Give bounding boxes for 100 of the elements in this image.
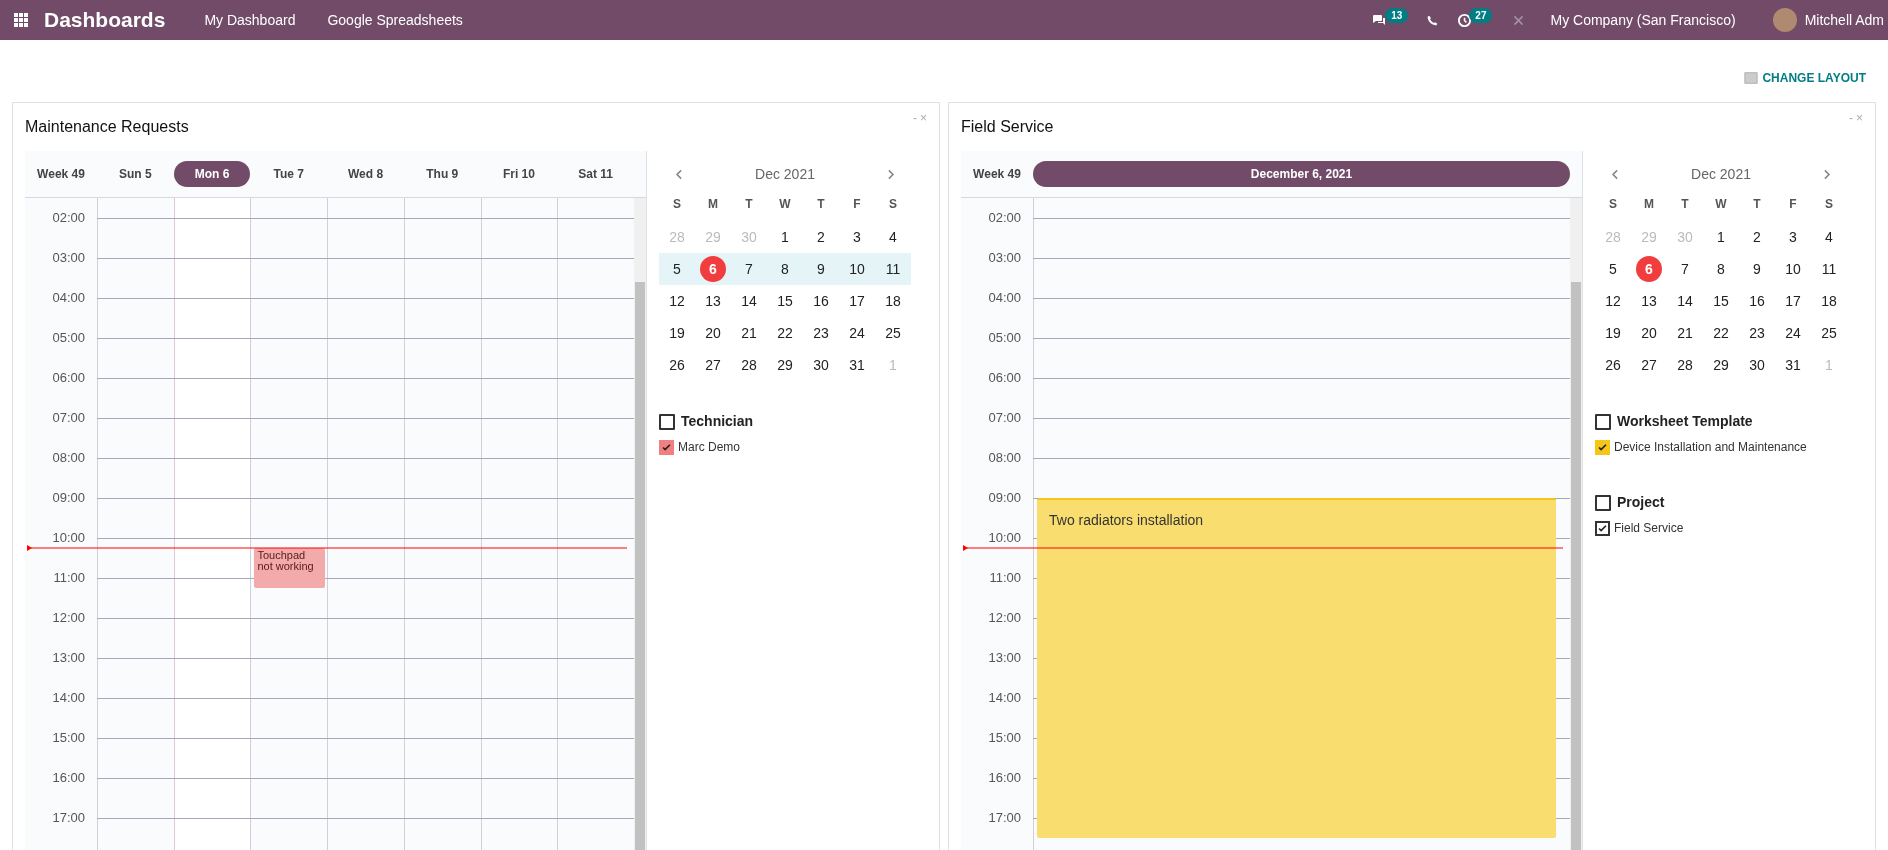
checkbox[interactable] — [1595, 439, 1610, 455]
calendar-day[interactable]: 13 — [700, 288, 726, 314]
calendar-day[interactable]: 16 — [1744, 288, 1770, 314]
day-header[interactable]: Thu 9 — [404, 161, 481, 187]
filter-group[interactable]: Worksheet Template — [1595, 411, 1865, 432]
calendar-day[interactable]: 7 — [736, 256, 762, 282]
calendar-day[interactable]: 5 — [664, 256, 690, 282]
calendar-event[interactable]: Touchpad not working — [254, 548, 326, 588]
week-row[interactable]: 19 20 21 22 23 24 25 — [1595, 317, 1847, 349]
calendar-event[interactable]: Two radiators installation — [1037, 498, 1556, 838]
calendar-day[interactable]: 18 — [1816, 288, 1842, 314]
calendar-day[interactable]: 27 — [1636, 352, 1662, 378]
company-switcher[interactable]: My Company (San Francisco) — [1550, 9, 1736, 31]
day-header[interactable]: Tue 7 — [250, 161, 327, 187]
week-row[interactable]: 5 6 7 8 9 10 11 — [1595, 253, 1847, 285]
calendar-day[interactable]: 21 — [736, 320, 762, 346]
calendar-day[interactable]: 20 — [1636, 320, 1662, 346]
calendar-day[interactable]: 1 — [1708, 224, 1734, 250]
apps-menu-icon[interactable] — [13, 12, 29, 28]
checkbox[interactable] — [1595, 413, 1611, 430]
day-header[interactable]: Sun 5 — [97, 161, 174, 187]
calendar-day[interactable]: 10 — [1780, 256, 1806, 282]
day-header[interactable]: Fri 10 — [480, 161, 557, 187]
calendar-day[interactable]: 26 — [1600, 352, 1626, 378]
calendar-day[interactable]: 5 — [1600, 256, 1626, 282]
calendar-day[interactable]: 23 — [1744, 320, 1770, 346]
calendar-day[interactable]: 27 — [700, 352, 726, 378]
calendar-day[interactable]: 10 — [844, 256, 870, 282]
calendar-day[interactable]: 18 — [880, 288, 906, 314]
day-header[interactable]: Mon 6 — [174, 161, 251, 187]
checkbox[interactable] — [659, 413, 675, 430]
calendar-day[interactable]: 28 — [736, 352, 762, 378]
user-menu[interactable]: Mitchell Adm — [1804, 9, 1884, 31]
checkbox[interactable] — [1595, 520, 1610, 536]
calendar-day[interactable]: 22 — [1708, 320, 1734, 346]
week-row[interactable]: 26 27 28 29 30 31 1 — [1595, 349, 1847, 381]
calendar-day[interactable]: 19 — [1600, 320, 1626, 346]
calendar-day[interactable]: 12 — [664, 288, 690, 314]
calendar-day[interactable]: 2 — [808, 224, 834, 250]
day-header[interactable]: December 6, 2021 — [1033, 161, 1570, 187]
calendar-day[interactable]: 21 — [1672, 320, 1698, 346]
scrollbar[interactable] — [634, 198, 646, 850]
calendar-day[interactable]: 2 — [1744, 224, 1770, 250]
week-row[interactable]: 19 20 21 22 23 24 25 — [659, 317, 911, 349]
calendar-day[interactable]: 25 — [1816, 320, 1842, 346]
calendar-day[interactable]: 3 — [1780, 224, 1806, 250]
calendar-day[interactable]: 14 — [736, 288, 762, 314]
calendar-day[interactable]: 23 — [808, 320, 834, 346]
calendar-day[interactable]: 7 — [1672, 256, 1698, 282]
checkbox[interactable] — [1595, 494, 1611, 511]
calendar-day[interactable]: 11 — [880, 256, 906, 282]
calendar-day[interactable]: 9 — [808, 256, 834, 282]
calendar-day[interactable]: 25 — [880, 320, 906, 346]
calendar-day[interactable]: 4 — [880, 224, 906, 250]
calendar-day[interactable]: 24 — [1780, 320, 1806, 346]
calendar-day[interactable]: 29 — [1708, 352, 1734, 378]
calendar-day[interactable]: 28 — [1672, 352, 1698, 378]
calendar-day[interactable]: 1 — [772, 224, 798, 250]
filter-item[interactable]: Marc Demo — [659, 438, 929, 456]
calendar-day[interactable]: 30 — [1744, 352, 1770, 378]
calendar-day[interactable]: 8 — [1708, 256, 1734, 282]
calendar-day[interactable]: 26 — [664, 352, 690, 378]
filter-item[interactable]: Device Installation and Maintenance — [1595, 438, 1865, 456]
menu-item[interactable]: Google Spreadsheets — [327, 9, 463, 31]
calendar-day[interactable]: 29 — [772, 352, 798, 378]
calendar-day[interactable]: 31 — [1780, 352, 1806, 378]
calendar-day[interactable]: 24 — [844, 320, 870, 346]
scrollbar[interactable] — [1570, 198, 1582, 850]
week-row[interactable]: 12 13 14 15 16 17 18 — [1595, 285, 1847, 317]
week-row[interactable]: 28 29 30 1 2 3 4 — [659, 221, 911, 253]
calendar-day[interactable]: 6 — [1636, 256, 1662, 282]
calendar-day[interactable]: 20 — [700, 320, 726, 346]
week-row[interactable]: 5 6 7 8 9 10 11 — [659, 253, 911, 285]
menu-item[interactable]: My Dashboard — [204, 9, 296, 31]
calendar-day[interactable]: 22 — [772, 320, 798, 346]
filter-item[interactable]: Field Service — [1595, 519, 1865, 537]
calendar-day[interactable]: 6 — [700, 256, 726, 282]
day-header[interactable]: Wed 8 — [327, 161, 404, 187]
calendar-day[interactable]: 15 — [1708, 288, 1734, 314]
week-row[interactable]: 26 27 28 29 30 31 1 — [659, 349, 911, 381]
clock-icon[interactable] — [1457, 12, 1473, 28]
week-row[interactable]: 12 13 14 15 16 17 18 — [659, 285, 911, 317]
calendar-day[interactable]: 17 — [844, 288, 870, 314]
calendar-day[interactable]: 8 — [772, 256, 798, 282]
change-layout-link[interactable]: CHANGE LAYOUT — [1744, 69, 1866, 87]
checkbox[interactable] — [659, 439, 674, 455]
calendar-day[interactable]: 9 — [1744, 256, 1770, 282]
day-header[interactable]: Sat 11 — [557, 161, 634, 187]
calendar-day[interactable]: 17 — [1780, 288, 1806, 314]
filter-group[interactable]: Technician — [659, 411, 929, 432]
calendar-day[interactable]: 14 — [1672, 288, 1698, 314]
calendar-day[interactable]: 31 — [844, 352, 870, 378]
calendar-day[interactable]: 16 — [808, 288, 834, 314]
filter-group[interactable]: Project — [1595, 492, 1865, 513]
calendar-day[interactable]: 3 — [844, 224, 870, 250]
calendar-day[interactable]: 13 — [1636, 288, 1662, 314]
calendar-day[interactable]: 30 — [808, 352, 834, 378]
calendar-day[interactable]: 4 — [1816, 224, 1842, 250]
calendar-day[interactable]: 11 — [1816, 256, 1842, 282]
calendar-day[interactable]: 15 — [772, 288, 798, 314]
